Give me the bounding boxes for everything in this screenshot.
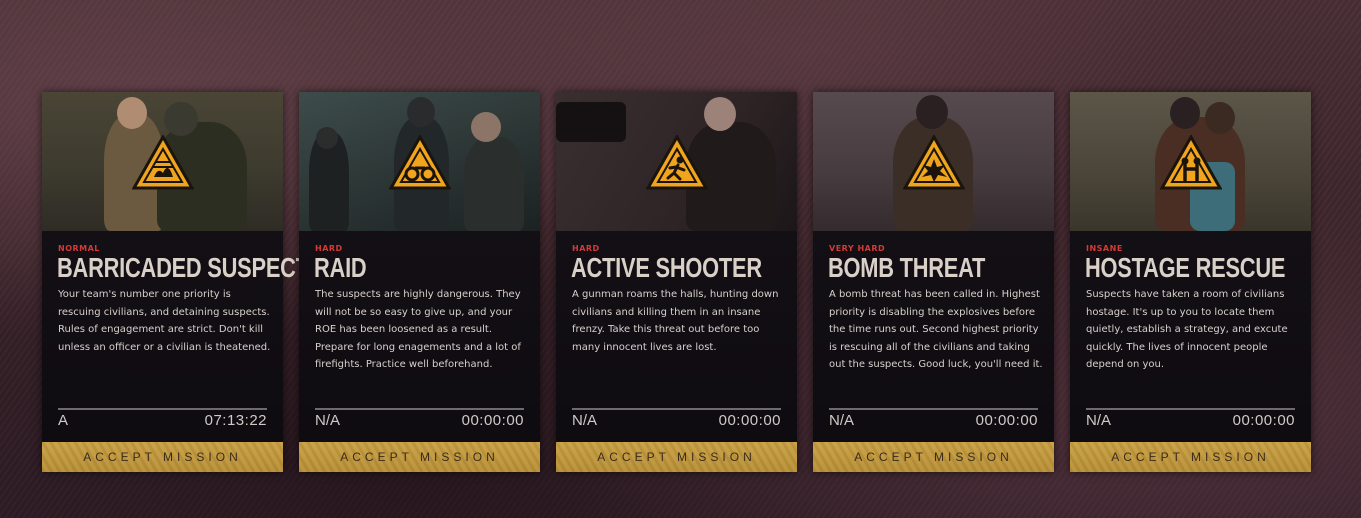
divider <box>315 408 524 410</box>
mission-image <box>556 92 797 231</box>
mission-image <box>42 92 283 231</box>
mission-grade: N/A <box>1086 412 1112 429</box>
mission-best-time: 00:00:00 <box>461 412 524 429</box>
mission-card-active-shooter[interactable]: HARD ACTIVE SHOOTER A gunman roams the h… <box>556 92 797 472</box>
mission-title: BARRICADED SUSPECTS <box>57 252 324 283</box>
mission-best-time: 07:13:22 <box>204 412 267 429</box>
accept-mission-button[interactable]: ACCEPT MISSION <box>813 442 1054 472</box>
mission-grade: N/A <box>572 412 598 429</box>
mission-image <box>813 92 1054 231</box>
running-person-hazard-icon <box>646 135 708 190</box>
hostage-hazard-icon <box>1160 135 1222 190</box>
mission-grade: N/A <box>315 412 341 429</box>
mission-best-time: 00:00:00 <box>975 412 1038 429</box>
accept-mission-button[interactable]: ACCEPT MISSION <box>299 442 540 472</box>
mission-title: RAID <box>314 252 367 283</box>
mission-title: ACTIVE SHOOTER <box>571 252 762 283</box>
accept-mission-button[interactable]: ACCEPT MISSION <box>1070 442 1311 472</box>
explosion-hazard-icon <box>903 135 965 190</box>
mission-grade: N/A <box>829 412 855 429</box>
mission-image <box>1070 92 1311 231</box>
barricade-hazard-icon <box>132 135 194 190</box>
divider <box>1086 408 1295 410</box>
divider <box>829 408 1038 410</box>
mission-description: A bomb threat has been called in. Highes… <box>829 289 1043 370</box>
divider <box>58 408 267 410</box>
divider <box>572 408 781 410</box>
accept-mission-button[interactable]: ACCEPT MISSION <box>42 442 283 472</box>
mission-best-time: 00:00:00 <box>718 412 781 429</box>
mission-description: Suspects have taken a room of civilians … <box>1086 289 1288 370</box>
mission-card-raid[interactable]: HARD RAID The suspects are highly danger… <box>299 92 540 472</box>
mission-title: HOSTAGE RESCUE <box>1085 252 1286 283</box>
mission-title: BOMB THREAT <box>828 252 986 283</box>
binoculars-hazard-icon <box>389 135 451 190</box>
mission-description: The suspects are highly dangerous. They … <box>315 289 521 370</box>
accept-mission-button[interactable]: ACCEPT MISSION <box>556 442 797 472</box>
mission-grade: A <box>58 412 69 429</box>
mission-card-bomb-threat[interactable]: VERY HARD BOMB THREAT A bomb threat has … <box>813 92 1054 472</box>
mission-description: Your team's number one priority is rescu… <box>58 289 271 353</box>
mission-image <box>299 92 540 231</box>
mission-best-time: 00:00:00 <box>1232 412 1295 429</box>
mission-card-barricaded-suspects[interactable]: NORMAL BARRICADED SUSPECTS Your team's n… <box>42 92 323 472</box>
mission-description: A gunman roams the halls, hunting down c… <box>572 289 779 353</box>
mission-card-hostage-rescue[interactable]: INSANE HOSTAGE RESCUE Suspects have take… <box>1070 92 1311 472</box>
mission-card-row: NORMAL BARRICADED SUSPECTS Your team's n… <box>0 0 1361 518</box>
